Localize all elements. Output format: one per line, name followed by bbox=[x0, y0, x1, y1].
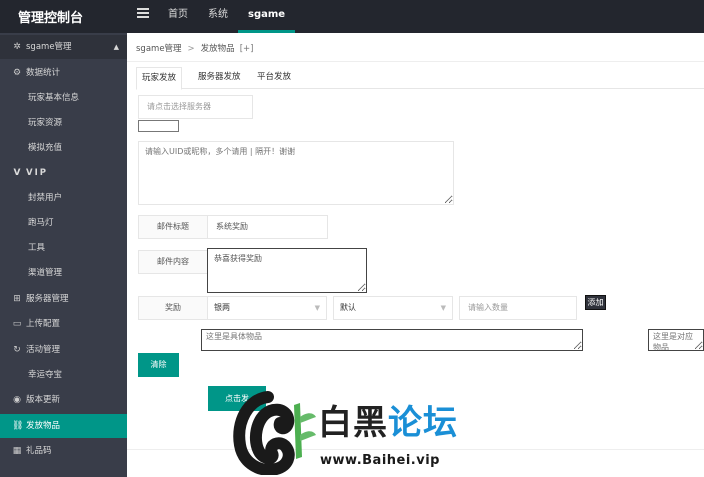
reward-mode-select[interactable]: 默认 ▼ bbox=[333, 296, 453, 320]
quantity-input[interactable]: 请输入数量 bbox=[459, 296, 577, 320]
top-bar: 管理控制台 首页 系统 sgame bbox=[0, 0, 704, 33]
reward-type-select[interactable]: 银两 ▼ bbox=[207, 296, 327, 320]
sidebar-item-activities[interactable]: ↻ 活动管理 bbox=[0, 338, 127, 362]
chevron-down-icon: ▼ bbox=[440, 304, 446, 312]
caret-up-icon: ▲ bbox=[113, 43, 119, 51]
sidebar-item-marquee[interactable]: 跑马灯 bbox=[0, 211, 127, 235]
breadcrumb-root[interactable]: sgame管理 bbox=[136, 44, 182, 54]
breadcrumb-current: 发放物品 bbox=[200, 44, 235, 54]
top-tab-sgame[interactable]: sgame bbox=[238, 0, 296, 33]
sidebar-item-channels[interactable]: 渠道管理 bbox=[0, 261, 127, 285]
tab-server-send[interactable]: 服务器发放 bbox=[193, 67, 246, 89]
reward-label: 奖励 bbox=[138, 296, 208, 320]
breadcrumb: sgame管理 > 发放物品 [+] bbox=[136, 42, 253, 54]
divider bbox=[127, 61, 704, 62]
top-tab-home[interactable]: 首页 bbox=[158, 0, 198, 33]
watermark-url: www.Baihei.vip bbox=[320, 453, 440, 468]
compass-icon: ◉ bbox=[13, 395, 21, 405]
sidebar-item-ban-user[interactable]: 封禁用户 bbox=[0, 186, 127, 210]
sidebar-item-mock-recharge[interactable]: 模拟充值 bbox=[0, 136, 127, 160]
server-select-box[interactable] bbox=[138, 120, 179, 132]
top-tab-system[interactable]: 系统 bbox=[198, 0, 238, 33]
sidebar-item-tools[interactable]: 工具 bbox=[0, 236, 127, 260]
watermark: 白黑论坛 www.Baihei.vip bbox=[228, 387, 478, 476]
reward-mode-value: 默认 bbox=[340, 303, 356, 312]
sidebar-group-sgame[interactable]: ✲ sgame管理 ▲ bbox=[0, 35, 127, 59]
top-nav: 首页 系统 sgame bbox=[158, 0, 296, 33]
watermark-title: 白黑论坛 bbox=[318, 395, 458, 444]
sidebar: ✲ sgame管理 ▲ ⚙ 数据统计 玩家基本信息 玩家资源 模拟充值 V VI… bbox=[0, 33, 127, 477]
sidebar-item-server-mgmt[interactable]: ⊞ 服务器管理 bbox=[0, 287, 127, 311]
breadcrumb-separator: > bbox=[187, 44, 195, 54]
item-input[interactable] bbox=[201, 329, 583, 351]
sidebar-item-stats[interactable]: ⚙ 数据统计 bbox=[0, 61, 127, 85]
gear-icon: ✲ bbox=[13, 42, 21, 52]
watermark-logo-icon bbox=[233, 391, 316, 476]
refresh-icon: ↻ bbox=[13, 345, 21, 355]
reward-type-value: 银两 bbox=[214, 303, 230, 312]
add-button[interactable]: 添加 bbox=[585, 295, 606, 310]
sidebar-item-vip[interactable]: V VIP bbox=[0, 161, 127, 185]
chevron-down-icon: ▼ bbox=[314, 304, 320, 312]
sidebar-item-player-resources[interactable]: 玩家资源 bbox=[0, 111, 127, 135]
clear-button[interactable]: 清除 bbox=[138, 353, 179, 377]
uid-input[interactable] bbox=[138, 141, 454, 205]
sidebar-item-gift-codes[interactable]: ▦ 礼品码 bbox=[0, 439, 127, 463]
watermark-title-part1: 白黑 bbox=[318, 403, 388, 443]
gear-icon: ⚙ bbox=[12, 68, 22, 78]
mail-title-input[interactable]: 系统奖励 bbox=[207, 215, 328, 239]
sidebar-item-upload-config[interactable]: ▭ 上传配置 bbox=[0, 312, 127, 336]
tab-bar: 玩家发放 服务器发放 平台发放 bbox=[136, 67, 704, 90]
mail-content-input[interactable]: 恭喜获得奖励 bbox=[207, 248, 367, 293]
sidebar-item-send-items[interactable]: ⛓ 发放物品 bbox=[0, 414, 127, 438]
item-input-right[interactable] bbox=[648, 329, 704, 351]
link-icon: ⛓ bbox=[12, 421, 24, 431]
mail-title-label: 邮件标题 bbox=[138, 215, 208, 239]
sidebar-item-player-info[interactable]: 玩家基本信息 bbox=[0, 86, 127, 110]
folder-icon: ▭ bbox=[12, 319, 22, 329]
watermark-title-part2: 论坛 bbox=[388, 403, 458, 443]
tab-player-send[interactable]: 玩家发放 bbox=[136, 67, 183, 90]
breadcrumb-add[interactable]: [+] bbox=[240, 44, 254, 54]
tab-platform-send[interactable]: 平台发放 bbox=[252, 67, 296, 89]
app-title: 管理控制台 bbox=[18, 11, 84, 26]
menu-toggle-icon[interactable] bbox=[137, 8, 149, 18]
gamepad-icon: ⊞ bbox=[13, 294, 21, 304]
server-select-field[interactable]: 请点击选择服务器 bbox=[138, 95, 253, 119]
sidebar-item-version-update[interactable]: ◉ 版本更新 bbox=[0, 388, 127, 412]
mail-content-label: 邮件内容 bbox=[138, 250, 208, 274]
sidebar-item-lucky-draw[interactable]: 幸运夺宝 bbox=[0, 363, 127, 387]
grid-icon: ▦ bbox=[12, 446, 22, 456]
v-icon: V bbox=[13, 168, 21, 178]
